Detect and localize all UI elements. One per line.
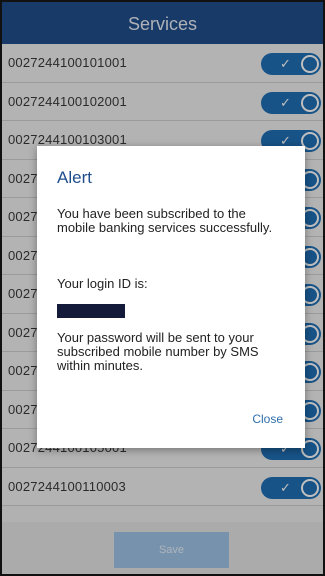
- login-id-label: Your login ID is:: [57, 276, 148, 291]
- alert-dialog: Alert You have been subscribed to the mo…: [37, 146, 305, 448]
- close-button[interactable]: Close: [252, 412, 283, 426]
- subscription-message: You have been subscribed to the mobile b…: [57, 206, 273, 235]
- dialog-title: Alert: [57, 168, 92, 187]
- app-screen: Services 0027244100101001 ✓ 002724410010…: [0, 0, 325, 576]
- password-note: Your password will be sent to your subsc…: [57, 330, 259, 373]
- masked-login-id: [57, 304, 125, 318]
